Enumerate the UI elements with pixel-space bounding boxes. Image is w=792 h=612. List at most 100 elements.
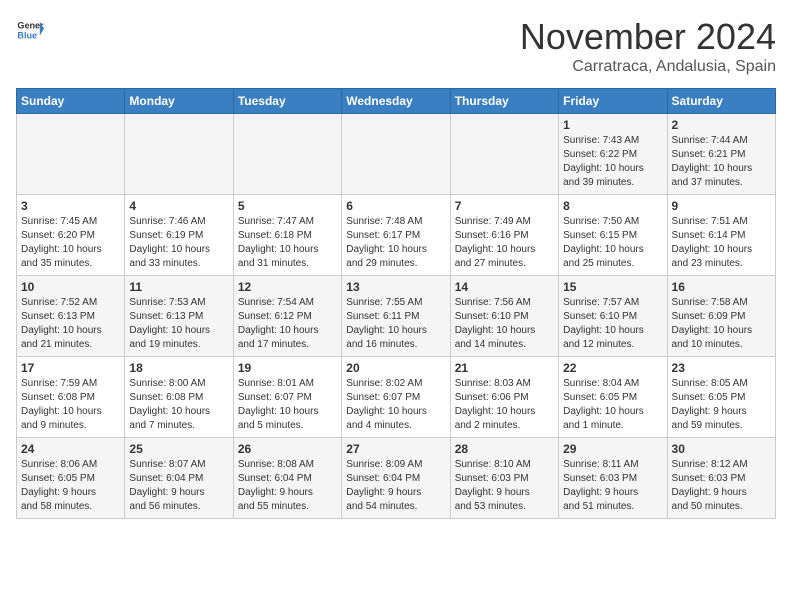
- day-info: Sunrise: 7:53 AM Sunset: 6:13 PM Dayligh…: [129, 296, 228, 352]
- day-number: 15: [563, 280, 662, 294]
- calendar-cell: 5 Sunrise: 7:47 AM Sunset: 6:18 PM Daylig…: [233, 195, 341, 276]
- day-number: 29: [563, 442, 662, 456]
- day-info: Sunrise: 7:44 AM Sunset: 6:21 PM Dayligh…: [672, 134, 771, 190]
- logo: General Blue: [16, 16, 44, 44]
- calendar-cell: 27 Sunrise: 8:09 AM Sunset: 6:04 PM Dayli…: [342, 438, 450, 519]
- calendar-cell: [17, 114, 125, 195]
- calendar-cell: 7 Sunrise: 7:49 AM Sunset: 6:16 PM Daylig…: [450, 195, 558, 276]
- calendar-cell: [125, 114, 233, 195]
- calendar-cell: 13 Sunrise: 7:55 AM Sunset: 6:11 PM Dayli…: [342, 276, 450, 357]
- weekday-header-monday: Monday: [125, 89, 233, 114]
- day-info: Sunrise: 7:45 AM Sunset: 6:20 PM Dayligh…: [21, 215, 120, 271]
- calendar-cell: 23 Sunrise: 8:05 AM Sunset: 6:05 PM Dayli…: [667, 357, 775, 438]
- location-subtitle: Carratraca, Andalusia, Spain: [520, 58, 776, 76]
- calendar-cell: 8 Sunrise: 7:50 AM Sunset: 6:15 PM Daylig…: [559, 195, 667, 276]
- weekday-header-sunday: Sunday: [17, 89, 125, 114]
- day-number: 23: [672, 361, 771, 375]
- calendar-table: SundayMondayTuesdayWednesdayThursdayFrid…: [16, 88, 776, 519]
- day-number: 14: [455, 280, 554, 294]
- svg-text:Blue: Blue: [17, 30, 37, 40]
- day-info: Sunrise: 8:10 AM Sunset: 6:03 PM Dayligh…: [455, 458, 554, 514]
- calendar-cell: 11 Sunrise: 7:53 AM Sunset: 6:13 PM Dayli…: [125, 276, 233, 357]
- calendar-cell: 14 Sunrise: 7:56 AM Sunset: 6:10 PM Dayli…: [450, 276, 558, 357]
- calendar-cell: 18 Sunrise: 8:00 AM Sunset: 6:08 PM Dayli…: [125, 357, 233, 438]
- weekday-header-friday: Friday: [559, 89, 667, 114]
- weekday-header-wednesday: Wednesday: [342, 89, 450, 114]
- calendar-cell: 19 Sunrise: 8:01 AM Sunset: 6:07 PM Dayli…: [233, 357, 341, 438]
- calendar-cell: 10Sunrise: 7:52 AM Sunset: 6:13 PM Dayli…: [17, 276, 125, 357]
- day-number: 25: [129, 442, 228, 456]
- day-info: Sunrise: 7:59 AM Sunset: 6:08 PM Dayligh…: [21, 377, 120, 433]
- day-number: 26: [238, 442, 337, 456]
- day-number: 11: [129, 280, 228, 294]
- calendar-cell: [342, 114, 450, 195]
- day-info: Sunrise: 8:00 AM Sunset: 6:08 PM Dayligh…: [129, 377, 228, 433]
- day-number: 13: [346, 280, 445, 294]
- week-row-1: 1 Sunrise: 7:43 AM Sunset: 6:22 PM Daylig…: [17, 114, 776, 195]
- day-number: 8: [563, 199, 662, 213]
- day-info: Sunrise: 7:55 AM Sunset: 6:11 PM Dayligh…: [346, 296, 445, 352]
- day-info: Sunrise: 8:01 AM Sunset: 6:07 PM Dayligh…: [238, 377, 337, 433]
- calendar-cell: 24 Sunrise: 8:06 AM Sunset: 6:05 PM Dayli…: [17, 438, 125, 519]
- day-info: Sunrise: 8:03 AM Sunset: 6:06 PM Dayligh…: [455, 377, 554, 433]
- calendar-cell: 16 Sunrise: 7:58 AM Sunset: 6:09 PM Dayli…: [667, 276, 775, 357]
- calendar-cell: 4 Sunrise: 7:46 AM Sunset: 6:19 PM Daylig…: [125, 195, 233, 276]
- day-number: 24: [21, 442, 120, 456]
- day-number: 18: [129, 361, 228, 375]
- day-number: 4: [129, 199, 228, 213]
- day-info: Sunrise: 8:02 AM Sunset: 6:07 PM Dayligh…: [346, 377, 445, 433]
- day-info: Sunrise: 7:43 AM Sunset: 6:22 PM Dayligh…: [563, 134, 662, 190]
- calendar-cell: 15Sunrise: 7:57 AM Sunset: 6:10 PM Dayli…: [559, 276, 667, 357]
- day-number: 28: [455, 442, 554, 456]
- day-number: 9: [672, 199, 771, 213]
- day-number: 17: [21, 361, 120, 375]
- day-number: 10: [21, 280, 120, 294]
- calendar-cell: 6 Sunrise: 7:48 AM Sunset: 6:17 PM Daylig…: [342, 195, 450, 276]
- day-number: 21: [455, 361, 554, 375]
- calendar-cell: 30Sunrise: 8:12 AM Sunset: 6:03 PM Dayli…: [667, 438, 775, 519]
- week-row-2: 3Sunrise: 7:45 AM Sunset: 6:20 PM Daylig…: [17, 195, 776, 276]
- day-info: Sunrise: 8:07 AM Sunset: 6:04 PM Dayligh…: [129, 458, 228, 514]
- day-info: Sunrise: 8:05 AM Sunset: 6:05 PM Dayligh…: [672, 377, 771, 433]
- day-number: 20: [346, 361, 445, 375]
- weekday-header-saturday: Saturday: [667, 89, 775, 114]
- day-info: Sunrise: 8:08 AM Sunset: 6:04 PM Dayligh…: [238, 458, 337, 514]
- day-number: 2: [672, 118, 771, 132]
- calendar-cell: 12 Sunrise: 7:54 AM Sunset: 6:12 PM Dayli…: [233, 276, 341, 357]
- day-number: 6: [346, 199, 445, 213]
- day-info: Sunrise: 7:56 AM Sunset: 6:10 PM Dayligh…: [455, 296, 554, 352]
- day-number: 16: [672, 280, 771, 294]
- day-info: Sunrise: 7:48 AM Sunset: 6:17 PM Dayligh…: [346, 215, 445, 271]
- day-info: Sunrise: 7:49 AM Sunset: 6:16 PM Dayligh…: [455, 215, 554, 271]
- day-info: Sunrise: 8:11 AM Sunset: 6:03 PM Dayligh…: [563, 458, 662, 514]
- calendar-cell: [233, 114, 341, 195]
- day-number: 7: [455, 199, 554, 213]
- day-number: 12: [238, 280, 337, 294]
- day-number: 5: [238, 199, 337, 213]
- day-info: Sunrise: 7:58 AM Sunset: 6:09 PM Dayligh…: [672, 296, 771, 352]
- day-number: 27: [346, 442, 445, 456]
- calendar-cell: 25 Sunrise: 8:07 AM Sunset: 6:04 PM Dayli…: [125, 438, 233, 519]
- day-number: 1: [563, 118, 662, 132]
- week-row-4: 17 Sunrise: 7:59 AM Sunset: 6:08 PM Dayli…: [17, 357, 776, 438]
- calendar-cell: [450, 114, 558, 195]
- day-info: Sunrise: 7:54 AM Sunset: 6:12 PM Dayligh…: [238, 296, 337, 352]
- day-info: Sunrise: 8:06 AM Sunset: 6:05 PM Dayligh…: [21, 458, 120, 514]
- day-number: 19: [238, 361, 337, 375]
- header: General Blue November 2024 Carratraca, A…: [16, 16, 776, 76]
- weekday-header-tuesday: Tuesday: [233, 89, 341, 114]
- week-row-5: 24 Sunrise: 8:06 AM Sunset: 6:05 PM Dayli…: [17, 438, 776, 519]
- day-info: Sunrise: 8:09 AM Sunset: 6:04 PM Dayligh…: [346, 458, 445, 514]
- day-info: Sunrise: 7:46 AM Sunset: 6:19 PM Dayligh…: [129, 215, 228, 271]
- calendar-cell: 21 Sunrise: 8:03 AM Sunset: 6:06 PM Dayli…: [450, 357, 558, 438]
- calendar-cell: 9 Sunrise: 7:51 AM Sunset: 6:14 PM Daylig…: [667, 195, 775, 276]
- day-info: Sunrise: 8:04 AM Sunset: 6:05 PM Dayligh…: [563, 377, 662, 433]
- day-info: Sunrise: 8:12 AM Sunset: 6:03 PM Dayligh…: [672, 458, 771, 514]
- calendar-cell: 3Sunrise: 7:45 AM Sunset: 6:20 PM Daylig…: [17, 195, 125, 276]
- day-info: Sunrise: 7:47 AM Sunset: 6:18 PM Dayligh…: [238, 215, 337, 271]
- day-info: Sunrise: 7:51 AM Sunset: 6:14 PM Dayligh…: [672, 215, 771, 271]
- logo-icon: General Blue: [16, 16, 44, 44]
- calendar-cell: 17 Sunrise: 7:59 AM Sunset: 6:08 PM Dayli…: [17, 357, 125, 438]
- day-info: Sunrise: 7:50 AM Sunset: 6:15 PM Dayligh…: [563, 215, 662, 271]
- month-title: November 2024: [520, 16, 776, 58]
